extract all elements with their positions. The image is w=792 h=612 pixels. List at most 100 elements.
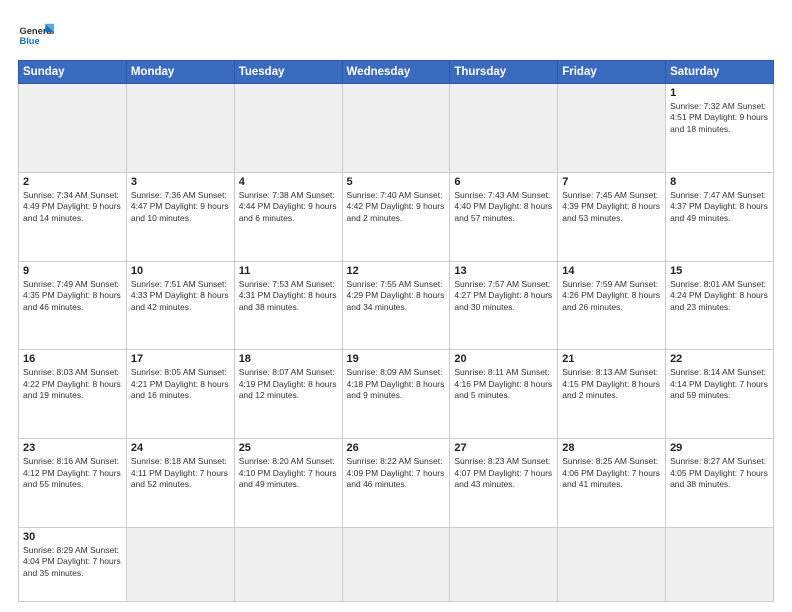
logo-icon: General Blue: [18, 18, 54, 54]
day-info: Sunrise: 8:03 AM Sunset: 4:22 PM Dayligh…: [23, 367, 122, 401]
calendar-cell: 2 Sunrise: 7:34 AM Sunset: 4:49 PM Daylig…: [19, 172, 127, 261]
calendar-cell: 11 Sunrise: 7:53 AM Sunset: 4:31 PM Dayli…: [234, 261, 342, 350]
weekday-header-monday: Monday: [126, 61, 234, 84]
calendar-cell: 4 Sunrise: 7:38 AM Sunset: 4:44 PM Daylig…: [234, 172, 342, 261]
day-info: Sunrise: 8:27 AM Sunset: 4:05 PM Dayligh…: [670, 456, 769, 490]
calendar-cell: 30 Sunrise: 8:29 AM Sunset: 4:04 PM Dayli…: [19, 527, 127, 601]
day-info: Sunrise: 8:11 AM Sunset: 4:16 PM Dayligh…: [454, 367, 553, 401]
day-number: 18: [239, 353, 338, 365]
day-number: 1: [670, 87, 769, 99]
day-info: Sunrise: 7:38 AM Sunset: 4:44 PM Dayligh…: [239, 190, 338, 224]
day-number: 28: [562, 442, 661, 454]
calendar-cell: 5 Sunrise: 7:40 AM Sunset: 4:42 PM Daylig…: [342, 172, 450, 261]
day-info: Sunrise: 7:55 AM Sunset: 4:29 PM Dayligh…: [347, 279, 446, 313]
day-number: 10: [131, 265, 230, 277]
calendar-cell: 14Sunrise: 7:59 AM Sunset: 4:26 PM Dayli…: [558, 261, 666, 350]
week-row-4: 16 Sunrise: 8:03 AM Sunset: 4:22 PM Dayli…: [19, 350, 774, 439]
calendar-cell: 18 Sunrise: 8:07 AM Sunset: 4:19 PM Dayli…: [234, 350, 342, 439]
calendar: SundayMondayTuesdayWednesdayThursdayFrid…: [18, 60, 774, 602]
day-number: 11: [239, 265, 338, 277]
calendar-cell: 9Sunrise: 7:49 AM Sunset: 4:35 PM Daylig…: [19, 261, 127, 350]
week-row-3: 9Sunrise: 7:49 AM Sunset: 4:35 PM Daylig…: [19, 261, 774, 350]
day-number: 21: [562, 353, 661, 365]
weekday-header-tuesday: Tuesday: [234, 61, 342, 84]
day-number: 24: [131, 442, 230, 454]
day-info: Sunrise: 8:29 AM Sunset: 4:04 PM Dayligh…: [23, 545, 122, 579]
calendar-cell: 24 Sunrise: 8:18 AM Sunset: 4:11 PM Dayli…: [126, 439, 234, 528]
calendar-cell: 15Sunrise: 8:01 AM Sunset: 4:24 PM Dayli…: [666, 261, 774, 350]
day-number: 29: [670, 442, 769, 454]
day-number: 2: [23, 176, 122, 188]
calendar-cell: 20 Sunrise: 8:11 AM Sunset: 4:16 PM Dayli…: [450, 350, 558, 439]
page-header: General Blue: [18, 18, 774, 54]
day-info: Sunrise: 7:36 AM Sunset: 4:47 PM Dayligh…: [131, 190, 230, 224]
day-number: 15: [670, 265, 769, 277]
day-info: Sunrise: 7:34 AM Sunset: 4:49 PM Dayligh…: [23, 190, 122, 224]
day-info: Sunrise: 8:20 AM Sunset: 4:10 PM Dayligh…: [239, 456, 338, 490]
day-number: 5: [347, 176, 446, 188]
day-info: Sunrise: 7:32 AM Sunset: 4:51 PM Dayligh…: [670, 101, 769, 135]
day-number: 6: [454, 176, 553, 188]
calendar-cell: 28Sunrise: 8:25 AM Sunset: 4:06 PM Dayli…: [558, 439, 666, 528]
calendar-cell: [234, 84, 342, 173]
day-number: 14: [562, 265, 661, 277]
day-number: 12: [347, 265, 446, 277]
day-number: 25: [239, 442, 338, 454]
logo: General Blue: [18, 18, 54, 54]
weekday-header-wednesday: Wednesday: [342, 61, 450, 84]
day-number: 8: [670, 176, 769, 188]
day-number: 16: [23, 353, 122, 365]
day-number: 30: [23, 531, 122, 543]
day-info: Sunrise: 7:47 AM Sunset: 4:37 PM Dayligh…: [670, 190, 769, 224]
day-info: Sunrise: 7:53 AM Sunset: 4:31 PM Dayligh…: [239, 279, 338, 313]
day-info: Sunrise: 8:07 AM Sunset: 4:19 PM Dayligh…: [239, 367, 338, 401]
calendar-cell: 26 Sunrise: 8:22 AM Sunset: 4:09 PM Dayli…: [342, 439, 450, 528]
svg-text:Blue: Blue: [19, 36, 39, 46]
day-info: Sunrise: 8:09 AM Sunset: 4:18 PM Dayligh…: [347, 367, 446, 401]
calendar-cell: 16 Sunrise: 8:03 AM Sunset: 4:22 PM Dayli…: [19, 350, 127, 439]
weekday-header-thursday: Thursday: [450, 61, 558, 84]
weekday-header-friday: Friday: [558, 61, 666, 84]
day-number: 22: [670, 353, 769, 365]
day-number: 13: [454, 265, 553, 277]
calendar-cell: 25 Sunrise: 8:20 AM Sunset: 4:10 PM Dayli…: [234, 439, 342, 528]
calendar-cell: [450, 84, 558, 173]
day-number: 27: [454, 442, 553, 454]
calendar-cell: [126, 84, 234, 173]
calendar-cell: [666, 527, 774, 601]
calendar-cell: 19Sunrise: 8:09 AM Sunset: 4:18 PM Dayli…: [342, 350, 450, 439]
day-info: Sunrise: 8:22 AM Sunset: 4:09 PM Dayligh…: [347, 456, 446, 490]
day-number: 4: [239, 176, 338, 188]
calendar-cell: 1 Sunrise: 7:32 AM Sunset: 4:51 PM Daylig…: [666, 84, 774, 173]
day-info: Sunrise: 7:57 AM Sunset: 4:27 PM Dayligh…: [454, 279, 553, 313]
day-info: Sunrise: 7:45 AM Sunset: 4:39 PM Dayligh…: [562, 190, 661, 224]
weekday-header-saturday: Saturday: [666, 61, 774, 84]
calendar-cell: 22Sunrise: 8:14 AM Sunset: 4:14 PM Dayli…: [666, 350, 774, 439]
day-info: Sunrise: 8:16 AM Sunset: 4:12 PM Dayligh…: [23, 456, 122, 490]
calendar-cell: [342, 527, 450, 601]
day-number: 9: [23, 265, 122, 277]
day-info: Sunrise: 8:05 AM Sunset: 4:21 PM Dayligh…: [131, 367, 230, 401]
week-row-5: 23Sunrise: 8:16 AM Sunset: 4:12 PM Dayli…: [19, 439, 774, 528]
day-info: Sunrise: 8:18 AM Sunset: 4:11 PM Dayligh…: [131, 456, 230, 490]
calendar-cell: [342, 84, 450, 173]
calendar-cell: 3 Sunrise: 7:36 AM Sunset: 4:47 PM Daylig…: [126, 172, 234, 261]
day-number: 17: [131, 353, 230, 365]
day-number: 26: [347, 442, 446, 454]
day-number: 20: [454, 353, 553, 365]
weekday-header-sunday: Sunday: [19, 61, 127, 84]
calendar-cell: [450, 527, 558, 601]
calendar-cell: [558, 84, 666, 173]
day-info: Sunrise: 8:13 AM Sunset: 4:15 PM Dayligh…: [562, 367, 661, 401]
day-info: Sunrise: 8:23 AM Sunset: 4:07 PM Dayligh…: [454, 456, 553, 490]
calendar-cell: 6Sunrise: 7:43 AM Sunset: 4:40 PM Daylig…: [450, 172, 558, 261]
day-number: 3: [131, 176, 230, 188]
calendar-cell: [19, 84, 127, 173]
weekday-header-row: SundayMondayTuesdayWednesdayThursdayFrid…: [19, 61, 774, 84]
calendar-cell: 12 Sunrise: 7:55 AM Sunset: 4:29 PM Dayli…: [342, 261, 450, 350]
calendar-cell: 7Sunrise: 7:45 AM Sunset: 4:39 PM Daylig…: [558, 172, 666, 261]
calendar-cell: 13 Sunrise: 7:57 AM Sunset: 4:27 PM Dayli…: [450, 261, 558, 350]
day-info: Sunrise: 7:40 AM Sunset: 4:42 PM Dayligh…: [347, 190, 446, 224]
calendar-cell: 8 Sunrise: 7:47 AM Sunset: 4:37 PM Daylig…: [666, 172, 774, 261]
calendar-cell: 10Sunrise: 7:51 AM Sunset: 4:33 PM Dayli…: [126, 261, 234, 350]
